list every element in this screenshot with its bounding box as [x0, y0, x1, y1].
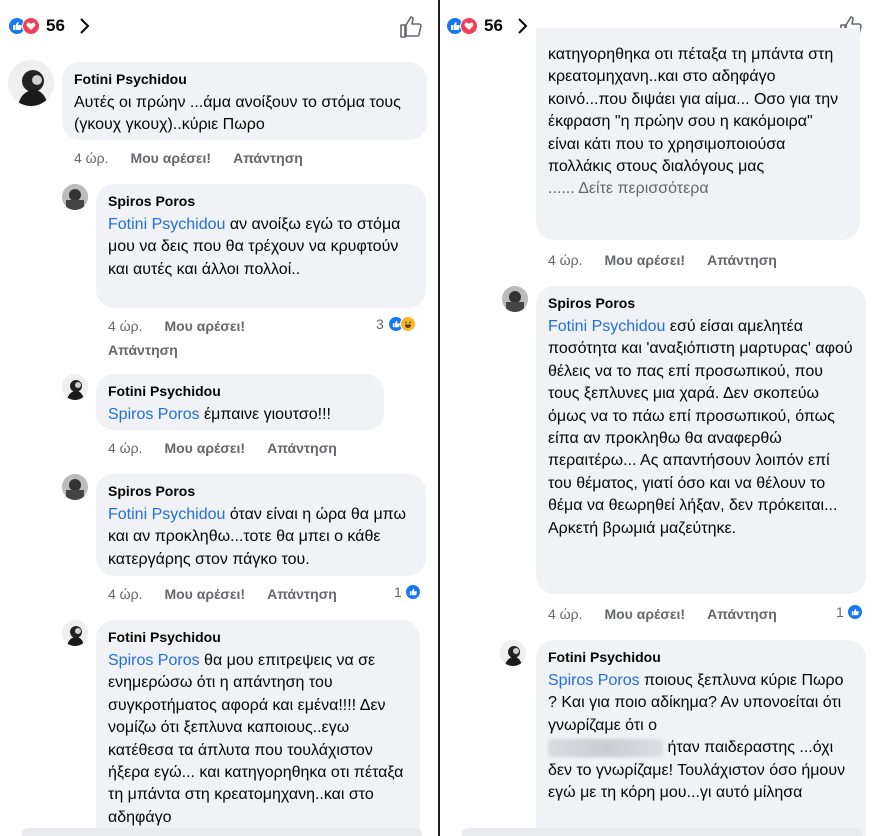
comment-text: Spiros Poros θα μου επιτρεψεις να σε ενη…: [108, 652, 404, 826]
reply-link[interactable]: Απάντηση: [233, 150, 303, 166]
comment-author[interactable]: Spiros Poros: [108, 483, 414, 499]
chevron-right-icon[interactable]: [79, 17, 91, 35]
reply-link[interactable]: Απάντηση: [108, 342, 178, 358]
avatar[interactable]: [62, 620, 88, 646]
comment-reactions[interactable]: 3: [376, 316, 416, 332]
see-more-link[interactable]: ...... Δείτε περισσότερα: [548, 178, 848, 200]
comment-time[interactable]: 4 ώρ.: [74, 150, 108, 166]
comment-bubble: Fotini Psychidou Spiros Poros θα μου επι…: [96, 620, 420, 836]
comment-bubble: κατηγορηθηκα οτι πέταξα τη μπάντα στη κρ…: [536, 28, 860, 240]
like-reaction-icon: [846, 604, 863, 620]
mention-link[interactable]: Spiros Poros: [108, 652, 200, 669]
comment-actions: 4 ώρ. Μου αρέσει! Απάντηση: [548, 606, 777, 622]
like-link[interactable]: Μου αρέσει!: [164, 586, 245, 602]
comment-actions-row2: Απάντηση: [108, 342, 178, 358]
haha-reaction-icon: [399, 316, 416, 332]
comment-actions: 4 ώρ. Μου αρέσει! Απάντηση: [548, 252, 777, 268]
avatar[interactable]: [62, 474, 88, 500]
avatar[interactable]: [500, 640, 526, 666]
comment-reactions[interactable]: 1: [394, 584, 421, 600]
avatar[interactable]: [8, 60, 54, 106]
comment-bubble: Fotini Psychidou Spiros Poros ποιους ξεπ…: [536, 640, 866, 836]
comment-author[interactable]: Spiros Poros: [548, 295, 854, 311]
mention-link[interactable]: Fotini Psychidou: [108, 506, 225, 523]
comment-text: Spiros Poros ποιους ξεπλυνα κύριε Πωρο ?…: [548, 672, 846, 802]
reply-link[interactable]: Απάντηση: [267, 586, 337, 602]
comment-time[interactable]: 4 ώρ.: [108, 586, 142, 602]
chevron-right-icon[interactable]: [517, 17, 529, 35]
reaction-summary[interactable]: 56: [446, 16, 529, 36]
mention-link[interactable]: Spiros Poros: [108, 406, 200, 423]
comment-reactions[interactable]: 1: [836, 604, 863, 620]
comment-time[interactable]: 4 ώρ.: [548, 252, 582, 268]
comment-text: Αυτές οι πρώην ...άμα ανοίξουν το στόμα …: [74, 94, 401, 134]
reactions-header: 56: [0, 0, 440, 46]
redacted-name: [548, 738, 663, 757]
comment-text: Fotini Psychidou αν ανοίξω εγώ το στόμα …: [108, 216, 401, 278]
comment-text: Spiros Poros έμπαινε γιουτσο!!!: [108, 406, 331, 423]
reaction-count: 3: [376, 316, 384, 332]
love-reaction-icon: [22, 17, 40, 35]
comment-author[interactable]: Spiros Poros: [108, 193, 414, 209]
comment-bubble: Spiros Poros Fotini Psychidou όταν είναι…: [96, 474, 426, 576]
next-comment-edge: [22, 828, 422, 836]
next-comment-edge: [462, 828, 862, 836]
love-reaction-icon: [460, 17, 478, 35]
comment-actions: 4 ώρ. Μου αρέσει! Απάντηση: [108, 586, 337, 602]
mention-link[interactable]: Fotini Psychidou: [108, 216, 225, 233]
reaction-count: 56: [484, 16, 503, 35]
comment-time[interactable]: 4 ώρ.: [108, 440, 142, 456]
reply-link[interactable]: Απάντηση: [267, 440, 337, 456]
reply-link[interactable]: Απάντηση: [707, 606, 777, 622]
comment-actions: 4 ώρ. Μου αρέσει!: [108, 318, 245, 334]
reply-link[interactable]: Απάντηση: [707, 252, 777, 268]
like-reaction-icon: [404, 584, 421, 600]
mention-link[interactable]: Fotini Psychidou: [548, 318, 665, 335]
like-link[interactable]: Μου αρέσει!: [130, 150, 211, 166]
comment-text: Fotini Psychidou όταν είναι η ώρα θα μπω…: [108, 506, 406, 568]
comment-author[interactable]: Fotini Psychidou: [74, 71, 415, 87]
comment-author[interactable]: Fotini Psychidou: [548, 649, 854, 665]
reaction-count: 56: [46, 16, 65, 35]
like-link[interactable]: Μου αρέσει!: [164, 440, 245, 456]
comment-bubble: Fotini Psychidou Αυτές οι πρώην ...άμα α…: [62, 62, 427, 140]
thumbs-up-icon[interactable]: [398, 14, 424, 40]
comment-actions: 4 ώρ. Μου αρέσει! Απάντηση: [108, 440, 337, 456]
comment-time[interactable]: 4 ώρ.: [108, 318, 142, 334]
avatar[interactable]: [502, 286, 528, 312]
comment-author[interactable]: Fotini Psychidou: [108, 629, 408, 645]
comment-bubble: Spiros Poros Fotini Psychidou εσύ είσαι …: [536, 286, 866, 594]
reaction-count: 1: [394, 584, 402, 600]
comment-text: κατηγορηθηκα οτι πέταξα τη μπάντα στη κρ…: [548, 46, 839, 176]
left-screenshot: 56 Fotini Psychidou Αυτές οι πρώην ...άμ…: [0, 0, 440, 836]
comment-text: Fotini Psychidou εσύ είσαι αμελητέα ποσό…: [548, 318, 853, 537]
mention-link[interactable]: Spiros Poros: [548, 672, 640, 689]
like-link[interactable]: Μου αρέσει!: [604, 252, 685, 268]
reaction-summary[interactable]: 56: [8, 16, 91, 36]
avatar[interactable]: [62, 374, 88, 400]
comment-actions: 4 ώρ. Μου αρέσει! Απάντηση: [74, 150, 303, 166]
like-link[interactable]: Μου αρέσει!: [604, 606, 685, 622]
avatar[interactable]: [62, 184, 88, 210]
right-screenshot: 56 κατηγορηθηκα οτι πέταξα τη μπάντα στη…: [440, 0, 880, 836]
comment-author[interactable]: Fotini Psychidou: [108, 383, 372, 399]
comment-bubble: Fotini Psychidou Spiros Poros έμπαινε γι…: [96, 374, 384, 430]
comment-bubble: Spiros Poros Fotini Psychidou αν ανοίξω …: [96, 184, 426, 308]
comment-time[interactable]: 4 ώρ.: [548, 606, 582, 622]
reaction-count: 1: [836, 604, 844, 620]
like-link[interactable]: Μου αρέσει!: [164, 318, 245, 334]
